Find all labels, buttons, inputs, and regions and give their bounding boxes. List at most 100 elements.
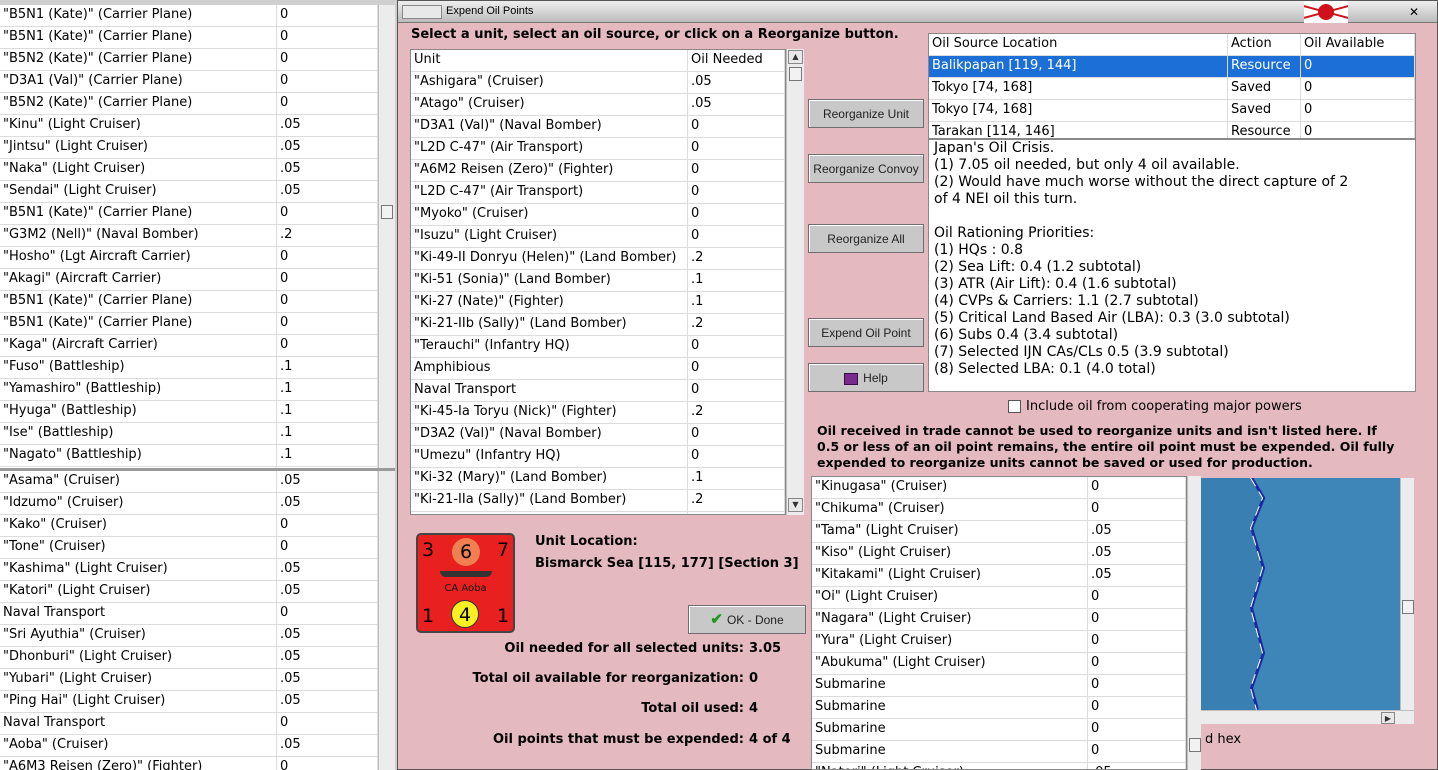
list-item[interactable]: "Fuso" (Battleship) .1 (0, 357, 378, 379)
scroll-right-arrow[interactable]: ▶ (1381, 712, 1395, 724)
action-col-header[interactable]: Action (1228, 34, 1301, 55)
location-col-header[interactable]: Oil Source Location (929, 34, 1228, 55)
table-row[interactable]: "Ki-21-IIa (Sally)" (Land Bomber) .2 (411, 490, 785, 512)
list-item[interactable]: Naval Transport 0 (0, 603, 378, 625)
list-item[interactable]: "Abukuma" (Light Cruiser) 0 (812, 653, 1186, 675)
list-item[interactable]: "B5N2 (Kate)" (Carrier Plane) 0 (0, 93, 378, 115)
bottom-unit-list[interactable]: "Kinugasa" (Cruiser) 0 "Chikuma" (Cruiser)… (811, 476, 1187, 770)
list-item[interactable]: Naval Transport 0 (0, 713, 378, 735)
ok-done-button[interactable]: ✔ OK - Done (688, 605, 806, 634)
list-item[interactable]: "Kinu" (Light Cruiser) .05 (0, 115, 378, 137)
list-item[interactable]: "Katori" (Light Cruiser) .05 (0, 581, 378, 603)
list-item[interactable]: "Oi" (Light Cruiser) 0 (812, 587, 1186, 609)
table-row[interactable]: "D3A1 (Val)" (Naval Bomber) 0 (411, 116, 785, 138)
list-item[interactable]: "Nagato" (Battleship) .1 (0, 445, 378, 467)
table-row[interactable]: "Ki-27 (Nate)" (Fighter) .1 (411, 292, 785, 314)
list-item[interactable]: "Akagi" (Aircraft Carrier) 0 (0, 269, 378, 291)
table-row[interactable]: "Ki-49-II Donryu (Helen)" (Land Bomber).… (411, 248, 785, 270)
system-menu-button[interactable] (402, 5, 442, 19)
table-row[interactable]: Amphibious 0 (411, 358, 785, 380)
list-item[interactable]: "Yubari" (Light Cruiser) .05 (0, 669, 378, 691)
reorganize-convoy-button[interactable]: Reorganize Convoy (808, 154, 924, 183)
unit-table-scrollbar[interactable]: ▲ ▼ (786, 49, 804, 515)
list-item[interactable]: "B5N1 (Kate)" (Carrier Plane) 0 (0, 203, 378, 225)
table-row[interactable]: "Atago" (Cruiser) .05 (411, 94, 785, 116)
list-item[interactable]: "B5N1 (Kate)" (Carrier Plane) 0 (0, 291, 378, 313)
list-item[interactable]: "Naka" (Light Cruiser) .05 (0, 159, 378, 181)
list-item[interactable]: "D3A1 (Val)" (Carrier Plane) 0 (0, 71, 378, 93)
oil-source-row[interactable]: Balikpapan [119, 144] Resource 0 (929, 56, 1415, 78)
list-item[interactable]: Submarine 0 (812, 675, 1186, 697)
oil-source-row[interactable]: Tokyo [74, 168] Saved 0 (929, 78, 1415, 100)
scroll-down-arrow[interactable]: ▼ (788, 498, 803, 512)
table-row[interactable]: "D3A2 (Val)" (Naval Bomber) 0 (411, 424, 785, 446)
table-row[interactable]: "Ki-45-Ia Toryu (Nick)" (Fighter) .2 (411, 402, 785, 424)
list-item[interactable]: "B5N2 (Kate)" (Carrier Plane) 0 (0, 49, 378, 71)
list-item[interactable]: "Dhonburi" (Light Cruiser) .05 (0, 647, 378, 669)
list-item[interactable]: "Nagara" (Light Cruiser) 0 (812, 609, 1186, 631)
scroll-thumb[interactable] (381, 205, 393, 219)
list-item[interactable]: "Chikuma" (Cruiser) 0 (812, 499, 1186, 521)
list-item[interactable]: "Aoba" (Cruiser) .05 (0, 735, 378, 757)
list-item[interactable]: "Yura" (Light Cruiser) 0 (812, 631, 1186, 653)
list-item[interactable]: "Asama" (Cruiser) .05 (0, 471, 378, 493)
list-item[interactable]: "Kiso" (Light Cruiser) .05 (812, 543, 1186, 565)
list-item[interactable]: "Jintsu" (Light Cruiser) .05 (0, 137, 378, 159)
list-item[interactable]: "A6M3 Reisen (Zero)" (Fighter) 0 (0, 757, 378, 770)
table-row[interactable]: "Ki-51 (Sonia)" (Land Bomber) .1 (411, 270, 785, 292)
list-item[interactable]: "Tama" (Light Cruiser) .05 (812, 521, 1186, 543)
map-hscroll[interactable]: ▶ (1190, 710, 1414, 724)
list-item[interactable]: "Hosho" (Lgt Aircraft Carrier) 0 (0, 247, 378, 269)
list-item[interactable]: "Natori" (Light Cruiser).05 (812, 763, 1186, 769)
list-item[interactable]: Submarine 0 (812, 741, 1186, 763)
title-bar[interactable]: Expend Oil Points ✕ (398, 1, 1437, 23)
table-row[interactable]: "Isuzu" (Light Cruiser) 0 (411, 226, 785, 248)
map-vscroll[interactable] (1400, 478, 1414, 710)
list-item[interactable]: "Sri Ayuthia" (Cruiser) .05 (0, 625, 378, 647)
expend-oil-point-button[interactable]: Expend Oil Point (808, 318, 924, 347)
include-oil-checkbox-row[interactable]: Include oil from cooperating major power… (1008, 399, 1302, 415)
close-icon[interactable]: ✕ (1404, 5, 1424, 19)
table-row[interactable]: "Ki-21-IIb (Sally)" (Land Bomber) .2 (411, 314, 785, 336)
list-item[interactable]: "Kinugasa" (Cruiser) 0 (812, 477, 1186, 499)
left-list-lower-scrollbar[interactable] (378, 471, 395, 770)
list-item[interactable]: "Yamashiro" (Battleship) .1 (0, 379, 378, 401)
available-col-header[interactable]: Oil Available (1301, 34, 1415, 55)
map-view[interactable] (1190, 478, 1400, 710)
unit-table[interactable]: Unit Oil Needed "Ashigara" (Cruiser) .05 "… (410, 49, 786, 515)
reorganize-unit-button[interactable]: Reorganize Unit (808, 99, 924, 128)
list-item[interactable]: "Hyuga" (Battleship) .1 (0, 401, 378, 423)
list-item[interactable]: "Kitakami" (Light Cruiser) .05 (812, 565, 1186, 587)
left-list-scrollbar[interactable] (378, 5, 395, 468)
scroll-thumb[interactable] (1402, 600, 1414, 614)
list-item[interactable]: "Kako" (Cruiser) 0 (0, 515, 378, 537)
list-item[interactable]: "B5N1 (Kate)" (Carrier Plane) 0 (0, 27, 378, 49)
table-row[interactable]: "Umezu" (Infantry HQ) 0 (411, 446, 785, 468)
list-item[interactable]: "Ping Hai" (Light Cruiser) .05 (0, 691, 378, 713)
list-item[interactable]: "Kashima" (Light Cruiser) .05 (0, 559, 378, 581)
list-item[interactable]: "Ise" (Battleship) .1 (0, 423, 378, 445)
oil-source-row[interactable]: Tokyo [74, 168] Saved 0 (929, 100, 1415, 122)
table-row[interactable]: "Terauchi" (Infantry HQ) 0 (411, 336, 785, 358)
table-row[interactable]: "Ashigara" (Cruiser) .05 (411, 72, 785, 94)
list-item[interactable]: "B5N1 (Kate)" (Carrier Plane) 0 (0, 5, 378, 27)
list-item[interactable]: "Idzumo" (Cruiser) .05 (0, 493, 378, 515)
oil-needed-col-header[interactable]: Oil Needed (688, 50, 785, 71)
scroll-thumb[interactable] (789, 67, 802, 81)
list-item[interactable]: "G3M2 (Nell)" (Naval Bomber) .2 (0, 225, 378, 247)
help-button[interactable]: Help (808, 363, 924, 392)
list-item[interactable]: "Kaga" (Aircraft Carrier) 0 (0, 335, 378, 357)
scroll-up-arrow[interactable]: ▲ (788, 50, 803, 64)
list-item[interactable]: "Sendai" (Light Cruiser) .05 (0, 181, 378, 203)
table-row[interactable]: Naval Transport 0 (411, 380, 785, 402)
list-item[interactable]: Submarine 0 (812, 697, 1186, 719)
table-row[interactable]: "Ki-48-I (Lily)" (Land Bomber).2 (411, 512, 785, 514)
oil-source-row[interactable]: Tarakan [114, 146] Resource 0 (929, 122, 1415, 138)
unit-counter[interactable]: 3 6 7 CA Aoba 1 4 1 (416, 533, 515, 633)
table-row[interactable]: "A6M2 Reisen (Zero)" (Fighter) 0 (411, 160, 785, 182)
list-item[interactable]: "Tone" (Cruiser) 0 (0, 537, 378, 559)
bottom-list-scrollbar[interactable] (1187, 476, 1201, 770)
table-row[interactable]: "Ki-32 (Mary)" (Land Bomber) .1 (411, 468, 785, 490)
oil-source-table[interactable]: Oil Source Location Action Oil Available… (928, 33, 1416, 139)
unit-col-header[interactable]: Unit (411, 50, 688, 71)
